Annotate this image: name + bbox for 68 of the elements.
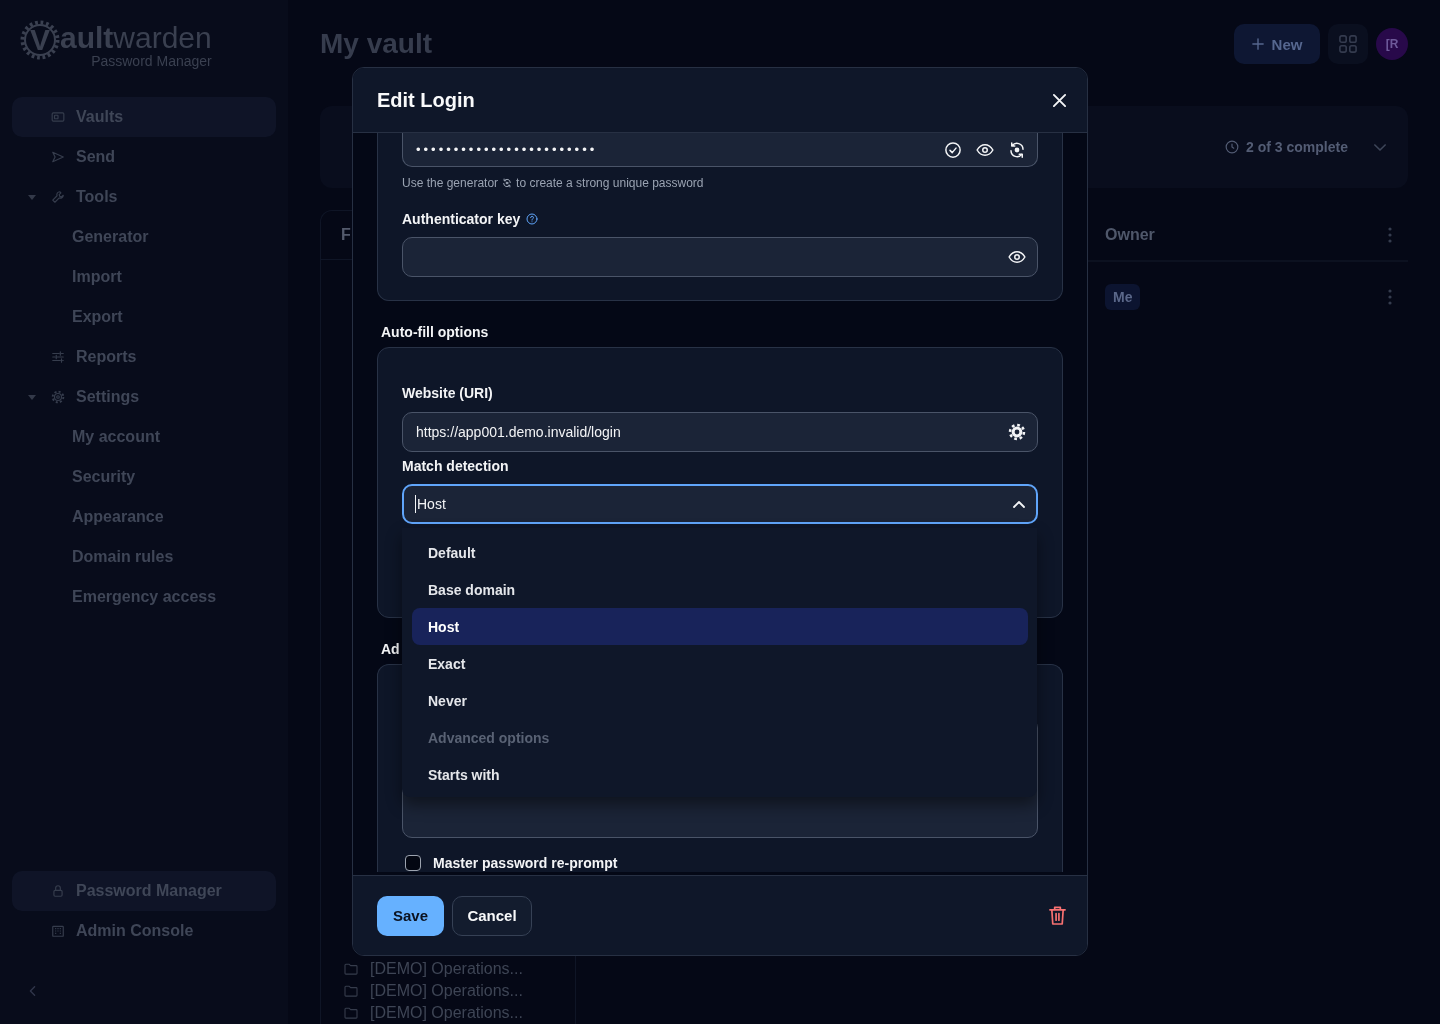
clock-icon: [1225, 140, 1240, 154]
plus-icon: [1251, 38, 1264, 50]
folder-item[interactable]: [DEMO] Operations...: [370, 1003, 523, 1023]
folder-icon: [344, 963, 358, 975]
save-button[interactable]: Save: [377, 895, 444, 936]
nav-subitem[interactable]: Export: [12, 297, 276, 337]
dropdown-option[interactable]: Never: [412, 682, 1028, 719]
field-label: Match detection: [402, 457, 509, 475]
nav-item[interactable]: Send: [12, 137, 276, 177]
authenticator-field[interactable]: [402, 237, 1038, 277]
dropdown-option[interactable]: Exact: [412, 645, 1028, 682]
nav-item[interactable]: Settings: [51, 377, 276, 417]
dropdown-option[interactable]: Default: [412, 534, 1028, 571]
sliders-icon: [51, 350, 65, 364]
nav-subitem[interactable]: Appearance: [12, 497, 276, 537]
cancel-button[interactable]: Cancel: [452, 895, 532, 936]
lock-icon: [51, 884, 65, 898]
chevron-left-icon: [28, 985, 36, 997]
folder-item[interactable]: [DEMO] Operations...: [370, 959, 523, 979]
folder-icon: [344, 985, 358, 997]
hint-text: Use the generator: [402, 175, 499, 191]
nav-item[interactable]: Reports: [12, 337, 276, 377]
product-item[interactable]: Admin Console: [12, 911, 276, 951]
nav-subitem[interactable]: Emergency access: [12, 577, 276, 617]
folder-icon: [344, 1007, 358, 1019]
dropdown-option[interactable]: Base domain: [412, 571, 1028, 608]
new-button[interactable]: New: [1234, 24, 1320, 64]
panel-heading: F: [341, 226, 351, 244]
owner-tag: Me: [1105, 284, 1141, 310]
nav-subitem[interactable]: Generator: [12, 217, 276, 257]
nav-subitem[interactable]: Import: [12, 257, 276, 297]
send-icon: [51, 150, 65, 164]
settings-icon[interactable]: [1008, 423, 1026, 441]
wrench-icon: [51, 190, 65, 204]
dropdown-option[interactable]: Host: [412, 608, 1028, 645]
hint-text: to create a strong unique password: [516, 175, 704, 191]
column-header[interactable]: Owner: [1089, 226, 1372, 244]
checkbox-label: Master password re-prompt: [433, 854, 618, 872]
option-group-label: Advanced options: [427, 728, 551, 748]
card-icon: [51, 110, 65, 124]
help-icon[interactable]: [526, 213, 539, 225]
field-label: Authenticator key: [402, 210, 521, 228]
refresh-icon: [502, 178, 513, 188]
building-icon: [51, 924, 65, 938]
chevron-up-icon[interactable]: [1013, 500, 1025, 508]
nav-subitem[interactable]: Domain rules: [12, 537, 276, 577]
section-heading: Auto-fill options: [381, 323, 489, 341]
uri-field[interactable]: https://app001.demo.invalid/login: [402, 412, 1038, 452]
dropdown-option[interactable]: Starts with: [412, 756, 1028, 793]
section-heading: Ad: [381, 640, 400, 658]
nav-item[interactable]: Tools: [51, 177, 276, 217]
settings-icon: [51, 390, 65, 404]
password-field[interactable]: ••••••••••••••••••••••••: [402, 133, 1038, 167]
field-label: Website (URI): [402, 384, 493, 402]
eye-icon[interactable]: [1008, 248, 1026, 266]
check-circle-icon[interactable]: [944, 140, 962, 159]
dialog-title: Edit Login: [377, 88, 475, 112]
checkbox[interactable]: [405, 855, 421, 871]
close-icon: [1051, 92, 1067, 108]
nav-subitem[interactable]: My account: [12, 417, 276, 457]
grid-icon: [1339, 35, 1357, 53]
avatar[interactable]: [R: [1376, 28, 1408, 60]
match-detection-select[interactable]: Host: [402, 484, 1038, 524]
folder-item[interactable]: [DEMO] Operations...: [370, 981, 523, 1001]
nav-subitem[interactable]: Security: [12, 457, 276, 497]
progress-text: 2 of 3 complete: [1246, 139, 1348, 155]
trash-icon: [1048, 906, 1066, 925]
refresh-icon[interactable]: [1008, 140, 1026, 159]
